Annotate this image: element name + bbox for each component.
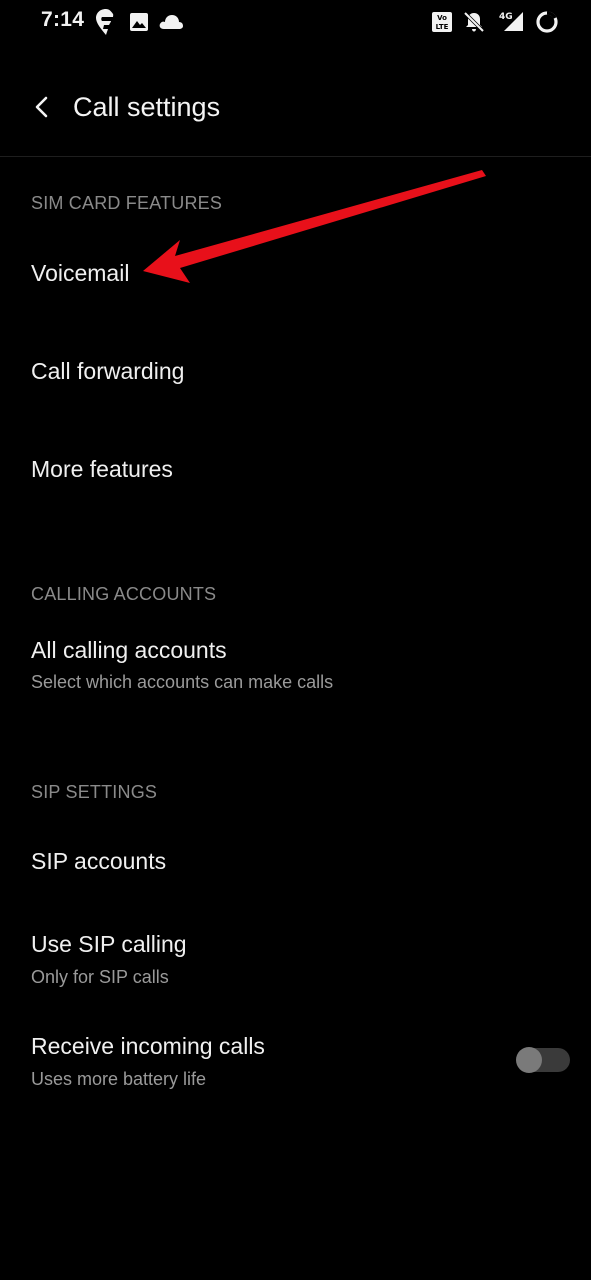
item-title-call-forwarding: Call forwarding [31,358,185,384]
list-item-more-features[interactable]: More features [0,432,591,512]
notifications-off-icon [463,11,485,33]
item-subtitle-receive-incoming-calls: Uses more battery life [31,1069,207,1089]
section-header-sim-card-features: SIM CARD FEATURES [31,193,223,213]
list-item-use-sip-calling[interactable]: Use SIP calling Only for SIP calls [0,915,591,1011]
toggle-thumb [516,1047,542,1073]
gallery-icon [130,13,148,31]
status-bar: 7:14 Vo LTE 4G [0,0,591,44]
chevron-left-icon [35,96,48,118]
swiggy-icon [96,9,114,35]
cloud-icon [159,15,183,29]
item-title-receive-incoming-calls: Receive incoming calls [31,1033,265,1059]
item-subtitle-all-calling-accounts: Select which accounts can make calls [31,672,334,692]
item-title-voicemail: Voicemail [31,260,130,286]
item-title-use-sip-calling: Use SIP calling [31,931,187,957]
item-subtitle-use-sip-calling: Only for SIP calls [31,967,169,987]
list-item-voicemail[interactable]: Voicemail [0,236,591,316]
list-item-all-calling-accounts[interactable]: All calling accounts Select which accoun… [0,622,591,718]
signal-4g-icon: 4G [499,12,523,31]
status-time: 7:14 [41,8,85,31]
network-label: 4G [499,12,513,22]
list-item-sip-accounts[interactable]: SIP accounts [0,824,591,904]
app-bar: Call settings [0,70,591,146]
svg-text:Vo: Vo [437,14,447,22]
battery-ring-icon [536,11,558,33]
section-header-sip-settings: SIP SETTINGS [31,782,158,802]
item-title-sip-accounts: SIP accounts [31,848,167,874]
list-item-call-forwarding[interactable]: Call forwarding [0,334,591,414]
page-title: Call settings [73,92,221,122]
item-title-more-features: More features [31,456,173,482]
header-divider [0,156,591,157]
item-title-all-calling-accounts: All calling accounts [31,637,227,663]
svg-text:LTE: LTE [436,23,449,31]
back-button[interactable] [22,88,62,128]
receive-incoming-calls-toggle[interactable] [516,1047,570,1073]
list-item-receive-incoming-calls[interactable]: Receive incoming calls Uses more battery… [0,1017,591,1113]
volte-icon: Vo LTE [432,12,452,32]
section-header-calling-accounts: CALLING ACCOUNTS [31,584,217,604]
